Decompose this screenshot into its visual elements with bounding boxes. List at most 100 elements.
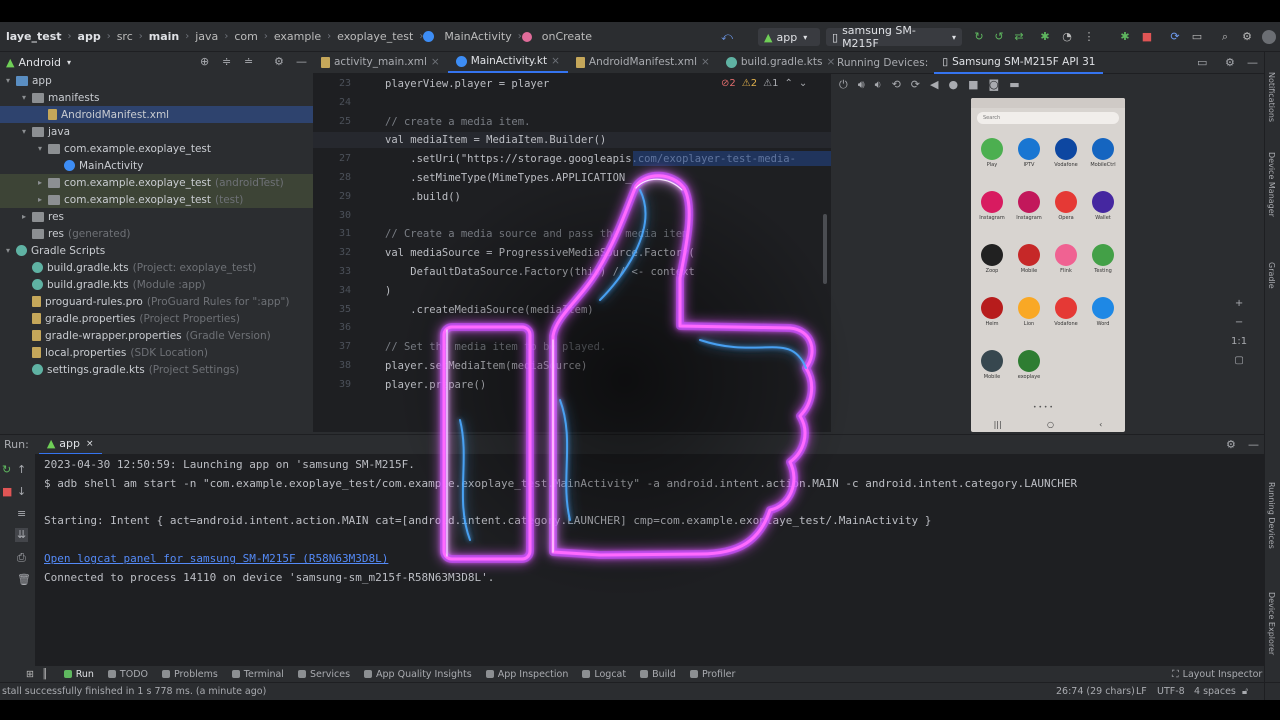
- sync-gradle-icon[interactable]: ⟳: [1168, 30, 1182, 44]
- tool-window-todo[interactable]: TODO: [107, 669, 148, 680]
- power-icon[interactable]: ⏻: [839, 78, 848, 92]
- print-icon[interactable]: ⎙: [17, 552, 26, 564]
- code-line[interactable]: val mediaItem = MediaItem.Builder(): [385, 134, 606, 146]
- search-icon[interactable]: ⌕: [1218, 30, 1232, 44]
- app-icon-7[interactable]: Wallet: [1086, 191, 1120, 221]
- code-line[interactable]: // create a media item.: [385, 116, 530, 128]
- editor-scrollbar[interactable]: [823, 214, 827, 284]
- run-console-output[interactable]: 2023-04-30 12:50:59: Launching app on 's…: [36, 454, 1264, 666]
- tree-item[interactable]: AndroidManifest.xml: [0, 106, 313, 123]
- phone-search-bar[interactable]: Search: [977, 112, 1119, 124]
- breadcrumb-item[interactable]: app: [72, 30, 107, 43]
- chevron-down-icon[interactable]: ⌄: [799, 78, 807, 89]
- chevron-up-icon[interactable]: ⌃: [784, 78, 792, 89]
- breadcrumb-item[interactable]: src: [111, 30, 139, 43]
- scroll-to-end-icon[interactable]: ⇊: [15, 528, 29, 542]
- editor-tab[interactable]: activity_main.xml ×: [313, 51, 448, 73]
- debug-icon[interactable]: ✱: [1038, 30, 1052, 44]
- caret-position[interactable]: 26:74 (29 chars): [1056, 686, 1135, 697]
- breadcrumb-item[interactable]: java: [189, 30, 224, 43]
- tool-window-problems[interactable]: Problems: [162, 669, 218, 680]
- soft-wrap-icon[interactable]: ≡: [17, 508, 26, 520]
- code-line[interactable]: ): [385, 285, 391, 297]
- right-strip-tab[interactable]: Device Explorer: [1267, 592, 1276, 655]
- project-view-selector[interactable]: Android: [18, 56, 61, 69]
- breadcrumb-item[interactable]: main: [143, 30, 186, 43]
- app-icon-0[interactable]: Play: [975, 138, 1009, 168]
- code-line[interactable]: player.setMediaItem(mediaSource): [385, 360, 587, 372]
- close-icon[interactable]: ×: [431, 56, 440, 68]
- tree-item[interactable]: MainActivity: [0, 157, 313, 174]
- right-strip-tab[interactable]: Device Manager: [1267, 152, 1276, 217]
- tool-window-run[interactable]: Run: [63, 669, 94, 680]
- chevron-right-icon[interactable]: ▸: [22, 212, 32, 221]
- trash-icon[interactable]: 🗑︎: [17, 574, 31, 586]
- breadcrumb-item[interactable]: com: [228, 30, 264, 43]
- structure-icon[interactable]: ║: [42, 669, 48, 680]
- select-opened-file-icon[interactable]: ⊕: [200, 56, 209, 68]
- maximize-icon[interactable]: ▭: [1197, 57, 1207, 69]
- code-line[interactable]: DefaultDataSource.Factory(this) // <- co…: [385, 266, 694, 278]
- expand-all-icon[interactable]: ≑: [222, 56, 231, 68]
- tree-item[interactable]: gradle.properties (Project Properties): [0, 310, 313, 327]
- code-line[interactable]: .createMediaSource(mediaItem): [385, 304, 593, 316]
- tree-item[interactable]: ▾ app: [0, 72, 313, 89]
- file-encoding[interactable]: UTF-8: [1157, 686, 1185, 697]
- tree-item[interactable]: ▸ com.example.exoplaye_test (androidTest): [0, 174, 313, 191]
- rerun-icon[interactable]: ↻: [2, 464, 11, 476]
- editor-tab[interactable]: AndroidManifest.xml ×: [568, 51, 718, 73]
- app-icon-15[interactable]: Word: [1086, 297, 1120, 327]
- right-strip-tab[interactable]: Notifications: [1267, 72, 1276, 122]
- attach-debugger-icon[interactable]: ✱: [1118, 30, 1132, 44]
- bookmarks-icon[interactable]: ⊞: [26, 669, 34, 680]
- indent-setting[interactable]: 4 spaces: [1194, 686, 1236, 697]
- profile-icon[interactable]: ◔: [1060, 30, 1074, 44]
- tool-window-logcat[interactable]: Logcat: [582, 669, 626, 680]
- code-line[interactable]: playerView.player = player: [385, 78, 549, 90]
- breadcrumb-item[interactable]: example: [268, 30, 327, 43]
- run-config-selector[interactable]: ▲ app ▾: [758, 28, 820, 46]
- tool-window-services[interactable]: Services: [297, 669, 350, 680]
- device-manager-icon[interactable]: ▭: [1190, 30, 1204, 44]
- zoom-fit-icon[interactable]: ▢: [1231, 355, 1247, 366]
- tree-item[interactable]: gradle-wrapper.properties (Gradle Version…: [0, 327, 313, 344]
- tool-window-build[interactable]: Build: [640, 669, 676, 680]
- right-strip-tab[interactable]: Gradle: [1267, 262, 1276, 289]
- apply-changes-icon[interactable]: ↺: [992, 30, 1006, 44]
- tree-item[interactable]: ▸ res: [0, 208, 313, 225]
- code-line[interactable]: // Set the media item to be played.: [385, 341, 606, 353]
- screenshot-icon[interactable]: ◙: [989, 78, 1000, 92]
- stop-icon[interactable]: ■: [1140, 30, 1154, 44]
- app-icon-6[interactable]: Opera: [1049, 191, 1083, 221]
- breadcrumb-item[interactable]: laye_test: [0, 30, 68, 43]
- chevron-right-icon[interactable]: ▸: [38, 195, 48, 204]
- line-separator[interactable]: LF: [1136, 686, 1147, 697]
- tool-window-app-quality-insights[interactable]: App Quality Insights: [364, 669, 472, 680]
- tree-item[interactable]: res (generated): [0, 225, 313, 242]
- chevron-down-icon[interactable]: ▾: [22, 127, 32, 136]
- home-icon[interactable]: ●: [948, 78, 958, 92]
- inspection-widget[interactable]: ⊘2 ⚠2 ⚠1 ⌃ ⌄: [721, 78, 807, 89]
- tree-item[interactable]: ▾ java: [0, 123, 313, 140]
- code-editor[interactable]: ⊘2 ⚠2 ⚠1 ⌃ ⌄ 232425262728293031323334353…: [313, 74, 831, 432]
- code-line[interactable]: val mediaSource = ProgressiveMediaSource…: [385, 247, 695, 259]
- scroll-down-icon[interactable]: ↓: [17, 486, 26, 498]
- code-line[interactable]: // Create a media source and pass the me…: [385, 228, 688, 240]
- code-line[interactable]: .setMimeType(MimeTypes.APPLICATION_: [385, 172, 631, 184]
- zoom-actual-button[interactable]: 1:1: [1231, 336, 1247, 347]
- stop-icon[interactable]: ■: [2, 486, 12, 498]
- app-icon-14[interactable]: Vodafone: [1049, 297, 1083, 327]
- hide-panel-icon[interactable]: —: [1248, 439, 1259, 451]
- collapse-all-icon[interactable]: ≐: [244, 56, 253, 68]
- close-icon[interactable]: ×: [551, 55, 560, 67]
- recents-icon[interactable]: |||: [994, 420, 1002, 429]
- rotate-left-icon[interactable]: ⟲: [892, 78, 901, 92]
- tree-item[interactable]: build.gradle.kts (Module :app): [0, 276, 313, 293]
- gear-icon[interactable]: ⚙: [274, 56, 284, 68]
- apply-code-icon[interactable]: ⇄: [1012, 30, 1026, 44]
- tool-window-terminal[interactable]: Terminal: [231, 669, 284, 680]
- avatar[interactable]: [1262, 30, 1276, 44]
- zoom-out-icon[interactable]: −: [1231, 317, 1247, 328]
- zoom-in-icon[interactable]: +: [1231, 298, 1247, 309]
- right-strip-tab[interactable]: Running Devices: [1267, 482, 1276, 549]
